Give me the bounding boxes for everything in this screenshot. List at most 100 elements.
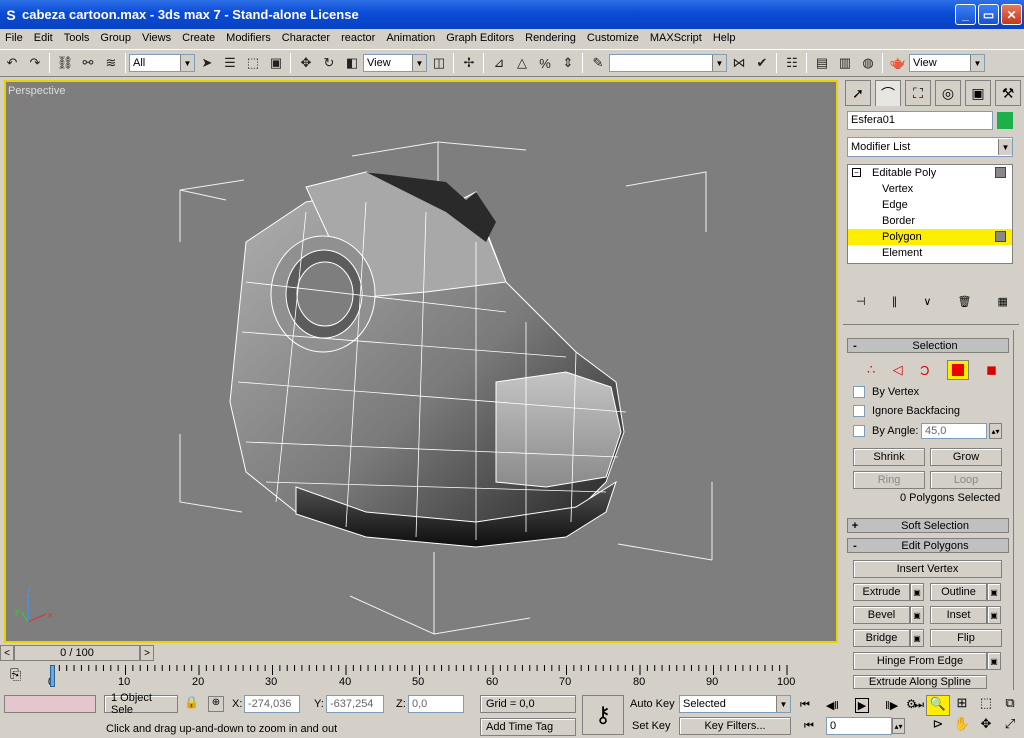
vertex-level-icon[interactable]: ∴ (867, 362, 875, 378)
hinge-from-edge-button[interactable]: Hinge From Edge (853, 652, 987, 670)
insert-vertex-button[interactable]: Insert Vertex (853, 560, 1002, 578)
extrude-settings-icon[interactable]: ▣ (910, 583, 924, 601)
angle-snap-icon[interactable]: △ (511, 52, 533, 74)
set-key-button[interactable]: Set Key (632, 720, 671, 732)
collapse-icon[interactable]: − (852, 168, 861, 177)
arc-rotate-icon[interactable]: ✥ (974, 716, 998, 737)
move-icon[interactable]: ✥ (295, 52, 317, 74)
set-key-icon[interactable]: ⚷ (582, 695, 624, 735)
reference-coordinate-dropdown[interactable]: View ▼ (363, 54, 427, 72)
pivot-center-icon[interactable]: ◫ (428, 52, 450, 74)
spinner-snap-icon[interactable]: ⇕ (557, 52, 579, 74)
hinge-settings-icon[interactable]: ▣ (987, 652, 1001, 670)
next-frame-icon[interactable]: ‖▶ (885, 699, 898, 712)
angle-spinner[interactable]: ▴▾ (989, 423, 1002, 439)
grow-button[interactable]: Grow (930, 448, 1002, 466)
menu-create[interactable]: Create (177, 32, 221, 44)
snap-toggle-icon[interactable]: ⊿ (488, 52, 510, 74)
named-selection-dropdown[interactable]: ▼ (609, 54, 727, 72)
ignore-backfacing-checkbox[interactable]: Ignore Backfacing (853, 405, 960, 417)
inset-settings-icon[interactable]: ▣ (987, 606, 1001, 624)
menu-maxscript[interactable]: MAXScript (645, 32, 708, 44)
ring-button[interactable]: Ring (853, 471, 925, 489)
scale-icon[interactable]: ◧ (341, 52, 363, 74)
zoom-all-icon[interactable]: ⊞ (950, 695, 974, 716)
select-by-name-icon[interactable]: ☰ (219, 52, 241, 74)
bevel-settings-icon[interactable]: ▣ (910, 606, 924, 624)
stack-item-vertex[interactable]: Vertex (848, 181, 1012, 197)
unlink-icon[interactable]: ⚯ (77, 52, 99, 74)
menu-edit[interactable]: Edit (29, 32, 59, 44)
menu-customize[interactable]: Customize (582, 32, 645, 44)
checkbox-box[interactable] (853, 405, 865, 417)
select-and-link-icon[interactable]: ⛓ (54, 52, 76, 74)
modifier-list-dropdown[interactable]: Modifier List ▼ (847, 137, 1013, 157)
window-crossing-icon[interactable]: ▣ (265, 52, 287, 74)
frame-spinner[interactable]: ▴▾ (892, 718, 905, 734)
field-of-view-icon[interactable]: ⊳ (926, 716, 950, 737)
perspective-viewport[interactable]: Perspective x z y (4, 80, 838, 643)
flip-button[interactable]: Flip (930, 629, 1002, 647)
rectangular-selection-icon[interactable]: ⬚ (242, 52, 264, 74)
object-color-swatch[interactable] (997, 112, 1013, 129)
key-mode-dropdown[interactable]: Selected ▼ (679, 695, 791, 713)
menu-views[interactable]: Views (137, 32, 177, 44)
loop-button[interactable]: Loop (930, 471, 1002, 489)
z-coordinate-field[interactable]: 0,0 (408, 695, 464, 713)
percent-snap-icon[interactable]: % (534, 52, 556, 74)
menu-help[interactable]: Help (708, 32, 742, 44)
extrude-along-spline-button[interactable]: Extrude Along Spline (853, 675, 987, 689)
time-configuration-icon[interactable]: ⚙ (906, 697, 917, 711)
render-type-dropdown[interactable]: View ▼ (909, 54, 985, 72)
material-editor-icon[interactable]: ◍ (857, 52, 879, 74)
select-object-icon[interactable]: ➤ (196, 52, 218, 74)
stack-editable-poly[interactable]: − Editable Poly (848, 165, 1012, 181)
edit-polygons-rollout-header[interactable]: - Edit Polygons (847, 538, 1009, 553)
stack-item-element[interactable]: Element (848, 245, 1012, 261)
motion-tab-icon[interactable]: ◎ (935, 80, 961, 106)
maximize-button[interactable]: ▭ (978, 4, 999, 25)
curve-editor-icon[interactable]: ▤ (811, 52, 833, 74)
menu-rendering[interactable]: Rendering (520, 32, 582, 44)
time-slider-thumb[interactable]: 0 / 100 (14, 645, 140, 661)
stack-item-polygon[interactable]: Polygon (848, 229, 1012, 245)
soft-selection-rollout-header[interactable]: + Soft Selection (847, 518, 1009, 533)
schematic-view-icon[interactable]: ▥ (834, 52, 856, 74)
display-tab-icon[interactable]: ▣ (965, 80, 991, 106)
selection-filter-dropdown[interactable]: All ▼ (129, 54, 195, 72)
align-icon[interactable]: ✔ (751, 52, 773, 74)
bevel-button[interactable]: Bevel (853, 606, 910, 624)
key-mode-toggle-icon[interactable]: ⏮ (804, 720, 814, 733)
bridge-settings-icon[interactable]: ▣ (910, 629, 924, 647)
zoom-icon[interactable]: 🔍 (926, 695, 950, 716)
remove-modifier-icon[interactable]: 🗑 (957, 295, 971, 308)
close-button[interactable]: ✕ (1001, 4, 1022, 25)
shrink-button[interactable]: Shrink (853, 448, 925, 466)
menu-graph-editors[interactable]: Graph Editors (441, 32, 520, 44)
lock-icon[interactable]: 🔒 (184, 695, 199, 709)
maxscript-listener-box[interactable] (4, 695, 96, 713)
stack-item-border[interactable]: Border (848, 213, 1012, 229)
bind-space-warp-icon[interactable]: ≋ (100, 52, 122, 74)
menu-character[interactable]: Character (277, 32, 336, 44)
time-slider[interactable]: < 0 / 100 > (0, 645, 838, 661)
pan-icon[interactable]: ✋ (950, 716, 974, 737)
object-name-field[interactable]: Esfera01 (847, 111, 993, 130)
modify-tab-icon[interactable]: ⌒ (875, 80, 901, 106)
redo-icon[interactable]: ↷ (24, 52, 46, 74)
checkbox-box[interactable] (853, 425, 865, 437)
menu-reactor[interactable]: reactor (336, 32, 381, 44)
polygon-level-icon[interactable] (946, 360, 969, 380)
hierarchy-tab-icon[interactable]: ⛶ (905, 80, 931, 106)
configure-modifier-sets-icon[interactable]: ▦ (998, 295, 1008, 308)
menu-animation[interactable]: Animation (381, 32, 441, 44)
selection-rollout-header[interactable]: - Selection (847, 338, 1009, 353)
checkbox-box[interactable] (853, 386, 865, 398)
key-filters-button[interactable]: Key Filters... (679, 717, 791, 735)
previous-frame-icon[interactable]: ◀‖ (826, 699, 839, 712)
x-coordinate-field[interactable]: -274,036 (244, 695, 300, 713)
subobject-toggle-icon[interactable] (995, 231, 1006, 242)
by-angle-checkbox[interactable]: By Angle: (853, 425, 918, 437)
outline-settings-icon[interactable]: ▣ (987, 583, 1001, 601)
next-frame-arrow[interactable]: > (140, 645, 154, 661)
